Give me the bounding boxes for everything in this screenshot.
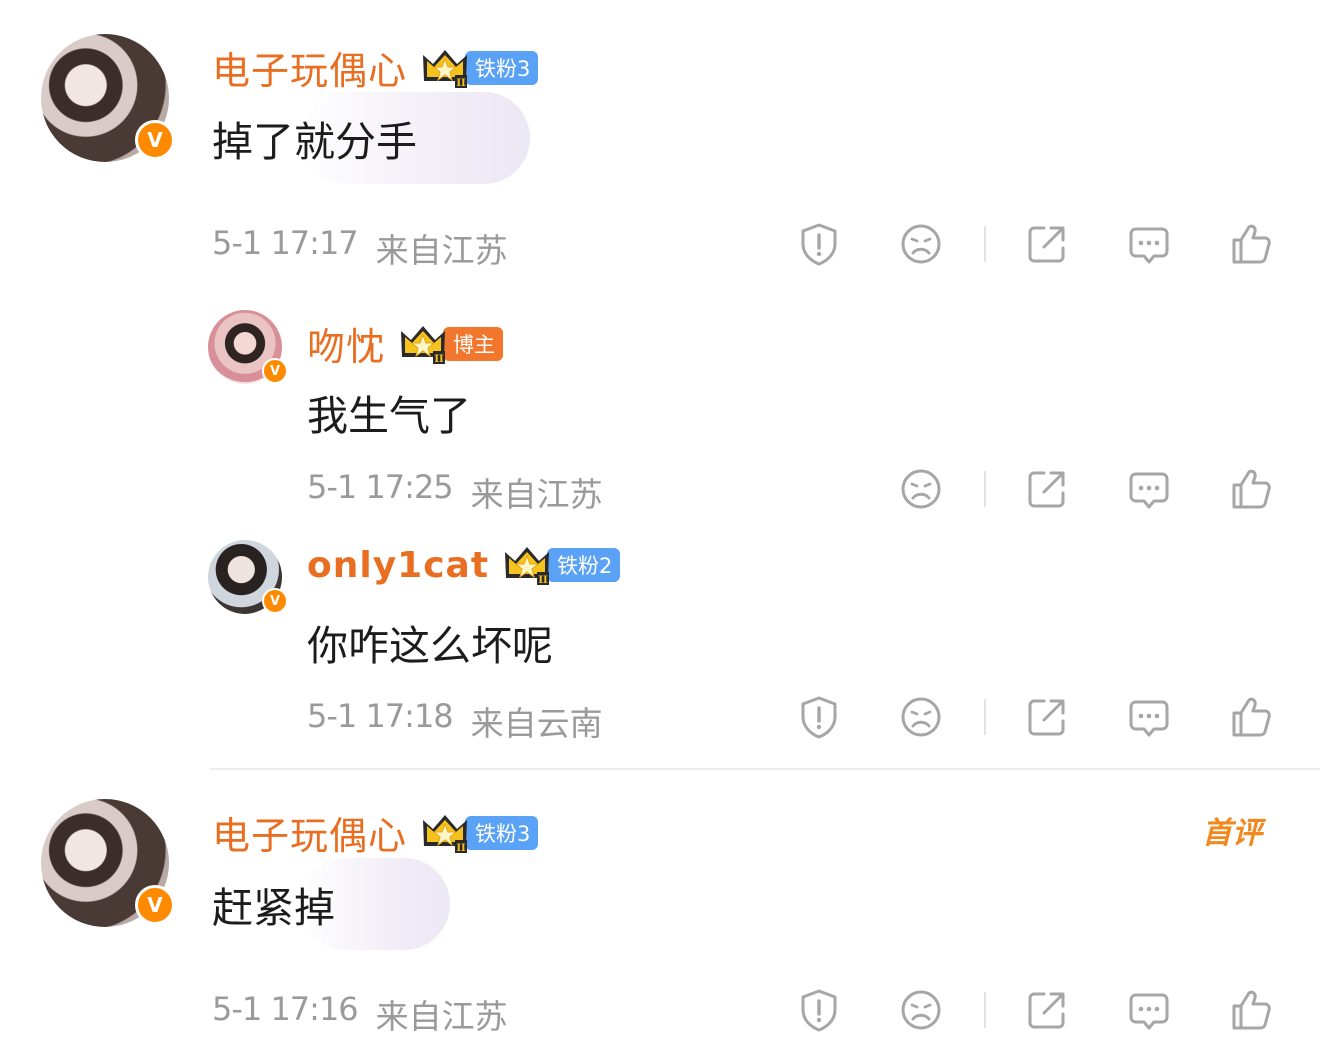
username[interactable]: 吻忱	[307, 316, 385, 371]
timestamp: 5-1 17:16	[212, 990, 359, 1028]
like-icon[interactable]	[1228, 466, 1274, 512]
comment-icon[interactable]	[1126, 694, 1172, 740]
comment-text: 你咋这么坏呢	[307, 622, 553, 670]
comment-text: 赶紧掉	[212, 884, 335, 932]
avatar[interactable]: V	[208, 310, 288, 384]
comment-text: 掉了就分手	[212, 118, 417, 166]
username[interactable]: 电子玩偶心	[212, 805, 407, 860]
name-row: 电子玩偶心 铁粉3	[212, 805, 539, 860]
fan-badge[interactable]: 铁粉2	[547, 548, 621, 582]
crown-icon	[503, 544, 551, 586]
username[interactable]: 电子玩偶心	[212, 40, 407, 95]
share-icon[interactable]	[1024, 221, 1070, 267]
fan-badge[interactable]: 铁粉3	[465, 50, 539, 85]
verified-badge: V	[262, 358, 288, 384]
dislike-face-icon[interactable]	[898, 221, 944, 267]
share-icon[interactable]	[1024, 987, 1070, 1033]
verified-badge: V	[135, 120, 175, 160]
comment-divider	[210, 768, 1320, 770]
comment-meta: 5-1 17:18 来自云南	[307, 697, 603, 745]
like-icon[interactable]	[1228, 694, 1274, 740]
location: 来自江苏	[470, 475, 603, 514]
like-icon[interactable]	[1228, 987, 1274, 1033]
share-icon[interactable]	[1024, 694, 1070, 740]
location: 来自江苏	[375, 231, 508, 270]
first-comment-badge: 首评	[1202, 816, 1262, 851]
dislike-face-icon[interactable]	[898, 987, 944, 1033]
report-icon[interactable]	[796, 221, 842, 267]
location: 来自江苏	[375, 997, 508, 1036]
comment-icon[interactable]	[1126, 221, 1172, 267]
fan-badge[interactable]: 铁粉3	[465, 815, 539, 850]
blogger-badge[interactable]: 博主	[443, 326, 504, 361]
verified-badge: V	[262, 588, 288, 614]
comment-meta: 5-1 17:17 来自江苏	[212, 224, 508, 272]
comment-text: 我生气了	[307, 392, 471, 440]
divider	[984, 471, 986, 507]
location: 来自云南	[470, 704, 603, 743]
name-row: 吻忱 博主	[307, 316, 504, 371]
divider	[984, 226, 986, 262]
comment-icon[interactable]	[1126, 466, 1172, 512]
name-row: only1cat 铁粉2	[307, 544, 621, 586]
crown-icon	[421, 812, 469, 854]
share-icon[interactable]	[1024, 466, 1070, 512]
avatar[interactable]: V	[41, 799, 175, 927]
timestamp: 5-1 17:25	[307, 468, 454, 506]
timestamp: 5-1 17:18	[307, 697, 454, 735]
comment-meta: 5-1 17:25 来自江苏	[307, 468, 603, 516]
report-icon[interactable]	[796, 694, 842, 740]
comment-meta: 5-1 17:16 来自江苏	[212, 990, 508, 1038]
report-icon[interactable]	[796, 987, 842, 1033]
avatar[interactable]: V	[208, 540, 288, 614]
verified-badge: V	[135, 885, 175, 925]
like-icon[interactable]	[1228, 221, 1274, 267]
name-row: 电子玩偶心 铁粉3	[212, 40, 539, 95]
comment-icon[interactable]	[1126, 987, 1172, 1033]
avatar[interactable]: V	[41, 34, 175, 162]
divider	[984, 992, 986, 1028]
crown-icon	[421, 47, 469, 89]
crown-icon	[399, 323, 447, 365]
divider	[984, 699, 986, 735]
username[interactable]: only1cat	[307, 545, 489, 586]
dislike-face-icon[interactable]	[898, 694, 944, 740]
timestamp: 5-1 17:17	[212, 224, 359, 262]
dislike-face-icon[interactable]	[898, 466, 944, 512]
